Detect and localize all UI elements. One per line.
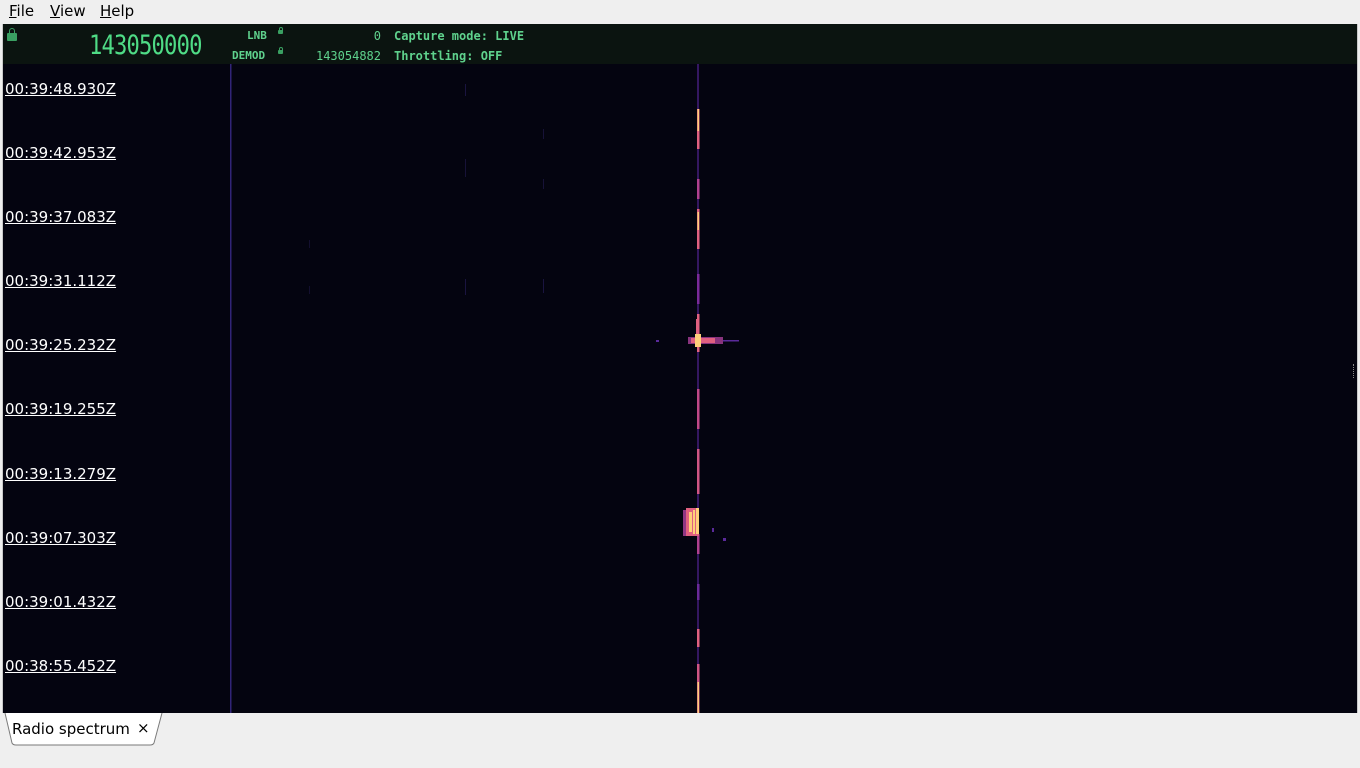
baseline-carrier-left: [230, 64, 232, 713]
timestamp-label[interactable]: 00:38:55.452Z: [5, 657, 116, 675]
demod-lock-icon[interactable]: [278, 47, 283, 54]
throttling-text: Throttling: OFF: [394, 49, 503, 63]
menu-file[interactable]: File: [9, 2, 34, 20]
menu-bar: File View Help: [0, 0, 1360, 22]
timestamp-label[interactable]: 00:39:19.255Z: [5, 400, 116, 418]
resize-grip[interactable]: [1353, 364, 1357, 378]
lock-icon[interactable]: [7, 28, 17, 41]
demod-label: DEMOD: [232, 49, 266, 62]
main-frequency-display[interactable]: 143050000: [89, 30, 202, 61]
waterfall-display[interactable]: [3, 64, 1357, 713]
tab-bar: Radio spectrum ×: [0, 713, 1360, 768]
timestamp-label[interactable]: 00:39:13.279Z: [5, 465, 116, 483]
timestamp-label[interactable]: 00:39:07.303Z: [5, 529, 116, 547]
spectrum-panel: 143050000 LNB 0 DEMOD 143054882 Capture …: [2, 24, 1358, 713]
timestamp-column: 00:39:48.930Z 00:39:42.953Z 00:39:37.083…: [3, 64, 203, 713]
lnb-label: LNB: [247, 29, 267, 42]
lnb-lock-icon[interactable]: [278, 27, 283, 34]
capture-mode-text: Capture mode: LIVE: [394, 29, 525, 43]
timestamp-label[interactable]: 00:39:42.953Z: [5, 144, 116, 162]
tab-label: Radio spectrum: [12, 720, 130, 738]
status-bar: 143050000 LNB 0 DEMOD 143054882 Capture …: [3, 24, 1357, 64]
demod-value[interactable]: 143054882: [303, 49, 381, 63]
timestamp-label[interactable]: 00:39:31.112Z: [5, 272, 116, 290]
menu-help[interactable]: Help: [100, 2, 134, 20]
timestamp-label[interactable]: 00:39:01.432Z: [5, 593, 116, 611]
timestamp-label[interactable]: 00:39:25.232Z: [5, 336, 116, 354]
tab-radio-spectrum[interactable]: Radio spectrum ×: [4, 713, 163, 746]
timestamp-label[interactable]: 00:39:37.083Z: [5, 208, 116, 226]
lnb-value[interactable]: 0: [303, 29, 381, 43]
tab-close-icon[interactable]: ×: [137, 719, 150, 737]
menu-view[interactable]: View: [50, 2, 86, 20]
timestamp-label[interactable]: 00:39:48.930Z: [5, 80, 116, 98]
